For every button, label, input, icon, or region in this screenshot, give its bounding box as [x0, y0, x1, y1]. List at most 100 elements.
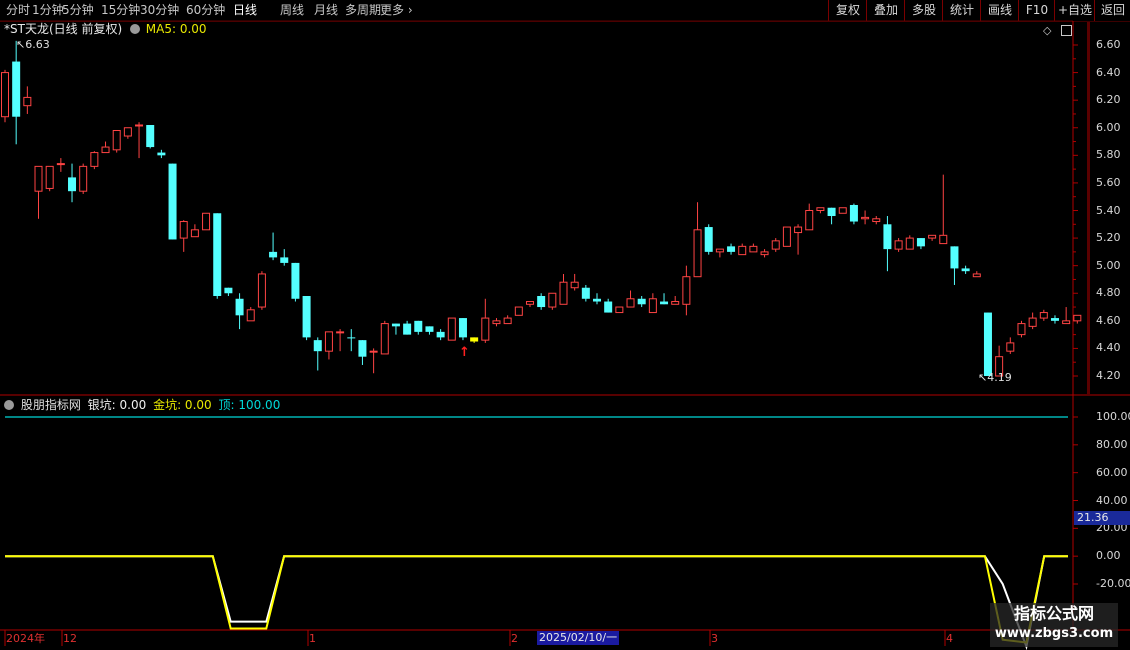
candle-body — [168, 163, 177, 240]
candle-body — [101, 146, 110, 154]
candle — [414, 320, 423, 335]
candle-body — [391, 323, 400, 327]
candle-body — [570, 281, 579, 289]
candle-body — [660, 301, 669, 305]
watermark-url: www.zbgs3.com — [994, 626, 1114, 641]
candle — [336, 329, 345, 352]
candle — [749, 243, 758, 253]
diamond-icon[interactable]: ◇ — [1043, 24, 1051, 37]
candle-body — [749, 245, 758, 253]
candle-body — [481, 317, 490, 341]
candle-body — [1028, 317, 1037, 327]
candle — [45, 165, 54, 192]
price-axis-label: 4.20 — [1096, 369, 1121, 382]
ma5-label: MA5: 0.00 — [145, 22, 207, 36]
watermark: 指标公式网 www.zbgs3.com — [990, 603, 1118, 647]
candle — [168, 163, 177, 240]
candle — [1050, 315, 1059, 324]
candle — [503, 315, 512, 325]
candle-body — [615, 306, 624, 314]
panel-toggle-icon[interactable] — [4, 400, 14, 410]
candle — [257, 271, 266, 310]
candle — [983, 312, 992, 376]
candle — [213, 213, 222, 299]
candle-body — [291, 262, 300, 299]
candle-body — [280, 257, 289, 263]
candle — [727, 243, 736, 255]
candle-body — [928, 234, 937, 239]
date-axis-label: 1 — [309, 632, 316, 645]
candle-body — [458, 318, 467, 338]
candle-body — [68, 177, 77, 192]
candle-body — [939, 234, 948, 245]
candle-body — [593, 298, 602, 302]
candle — [202, 212, 211, 231]
candle-body — [648, 298, 657, 314]
candle-body — [838, 207, 847, 214]
candle-body — [637, 298, 646, 305]
candle — [12, 40, 21, 145]
candle — [1028, 312, 1037, 330]
candle-body — [34, 165, 43, 192]
price-axis-label: 5.80 — [1096, 148, 1121, 162]
candle-body — [1062, 320, 1071, 325]
price-axis-label: 4.40 — [1096, 341, 1121, 355]
panel-expand-icon[interactable] — [1061, 25, 1072, 36]
silver-pit-label: 银坑: 0.00 — [87, 398, 147, 412]
candle-body — [1050, 318, 1059, 321]
candle — [190, 224, 199, 238]
candle — [1017, 320, 1026, 338]
scroll-strip — [1087, 22, 1090, 394]
date-axis-label: 2 — [511, 632, 518, 645]
candle-body — [894, 240, 903, 250]
candle — [950, 246, 959, 285]
panel-toggle-icon[interactable] — [129, 24, 140, 34]
price-axis-label: 5.40 — [1096, 203, 1121, 217]
candle-body — [135, 124, 144, 127]
candle-body — [972, 273, 981, 278]
candle-body — [269, 251, 278, 258]
candle — [324, 331, 333, 360]
candle — [782, 226, 791, 247]
candle — [56, 158, 65, 172]
candle — [135, 122, 144, 159]
candle-body — [983, 312, 992, 376]
value-axis-label: 100.00 — [1096, 410, 1130, 423]
candle-body — [1017, 323, 1026, 336]
price-axis-label: 6.00 — [1096, 120, 1121, 134]
price-axis-label: 5.00 — [1096, 258, 1121, 272]
candle — [1073, 314, 1082, 324]
candle-body — [213, 213, 222, 297]
candle — [269, 232, 278, 261]
candle-body — [581, 287, 590, 299]
candle-body — [45, 165, 54, 189]
candle — [79, 163, 88, 194]
candle-body — [559, 281, 568, 305]
value-axis-label: 0.00 — [1096, 549, 1121, 563]
candle — [1006, 337, 1015, 354]
indicator-title: 股朋指标网 — [20, 398, 81, 412]
candle — [347, 329, 356, 352]
candle — [123, 127, 132, 139]
candle-body — [682, 276, 691, 305]
candle-body — [771, 240, 780, 250]
candle-body — [1006, 342, 1015, 352]
candle-body — [470, 337, 479, 342]
candle — [525, 301, 534, 308]
candle — [961, 265, 970, 274]
candle — [179, 220, 188, 252]
candle — [224, 287, 233, 297]
candle — [1039, 309, 1048, 321]
high-price-label: ↖6.63 — [16, 38, 50, 51]
sub-panel-header: 股朋指标网 银坑: 0.00 金坑: 0.00 顶: 100.00 — [4, 398, 280, 412]
candle — [436, 329, 445, 341]
candle — [358, 340, 367, 365]
candle-body — [380, 323, 389, 355]
candle — [905, 235, 914, 250]
candle-body — [202, 212, 211, 231]
candle-body — [503, 317, 512, 325]
candle — [972, 271, 981, 278]
candle-body — [369, 350, 378, 353]
candle — [425, 326, 434, 335]
price-axis-label: 6.20 — [1096, 93, 1121, 107]
